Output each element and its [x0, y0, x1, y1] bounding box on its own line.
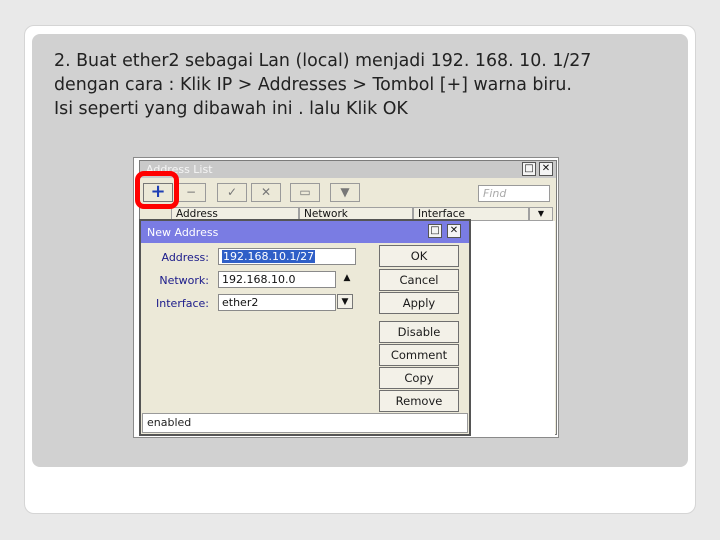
remove-icon[interactable]: − [176, 183, 206, 202]
close-button[interactable]: ✕ [447, 224, 461, 238]
comment-icon[interactable]: ▭ [290, 183, 320, 202]
column-menu-chevron-down-icon[interactable]: ▼ [529, 207, 553, 221]
new-address-dialog: New Address □ ✕ Address: 192.168.10.1/27… [139, 219, 471, 436]
address-label: Address: [161, 251, 209, 264]
enable-icon[interactable]: ✓ [217, 183, 247, 202]
status-bar: enabled [142, 413, 468, 433]
filter-icon[interactable]: ▼ [330, 183, 360, 202]
instruction-line: Isi seperti yang dibawah ini . lalu Klik… [54, 99, 408, 119]
instruction-line: dengan cara : Klik IP > Addresses > Tomb… [54, 75, 572, 95]
address-list-toolbar: + − ✓ ✕ ▭ ▼ Find [140, 179, 556, 206]
apply-button[interactable]: Apply [379, 292, 459, 314]
add-button-highlight-mark [135, 171, 179, 209]
address-field[interactable]: 192.168.10.1/27 [218, 248, 356, 265]
interface-label: Interface: [156, 297, 209, 310]
network-field[interactable]: 192.168.10.0 [218, 271, 336, 288]
maximize-button[interactable]: □ [522, 162, 536, 176]
copy-button[interactable]: Copy [379, 367, 459, 389]
comment-button[interactable]: Comment [379, 344, 459, 366]
new-address-title-bar[interactable]: New Address □ ✕ [141, 221, 469, 243]
instruction-text: 2. Buat ether2 sebagai Lan (local) menja… [54, 49, 674, 121]
disable-button[interactable]: Disable [379, 321, 459, 343]
new-address-title: New Address [147, 226, 219, 239]
close-button[interactable]: ✕ [539, 162, 553, 176]
triangle-up-icon[interactable]: ▲ [339, 271, 355, 286]
interface-select[interactable]: ether2 [218, 294, 336, 311]
address-list-title-bar[interactable]: Address List □ ✕ [140, 161, 556, 178]
cancel-button[interactable]: Cancel [379, 269, 459, 291]
network-label: Network: [159, 274, 209, 287]
maximize-button[interactable]: □ [428, 224, 442, 238]
ok-button[interactable]: OK [379, 245, 459, 267]
disable-icon[interactable]: ✕ [251, 183, 281, 202]
remove-button[interactable]: Remove [379, 390, 459, 412]
chevron-down-icon[interactable]: ▼ [337, 294, 353, 309]
find-input[interactable]: Find [478, 185, 550, 202]
address-value: 192.168.10.1/27 [222, 250, 316, 263]
instruction-line: 2. Buat ether2 sebagai Lan (local) menja… [54, 51, 592, 71]
